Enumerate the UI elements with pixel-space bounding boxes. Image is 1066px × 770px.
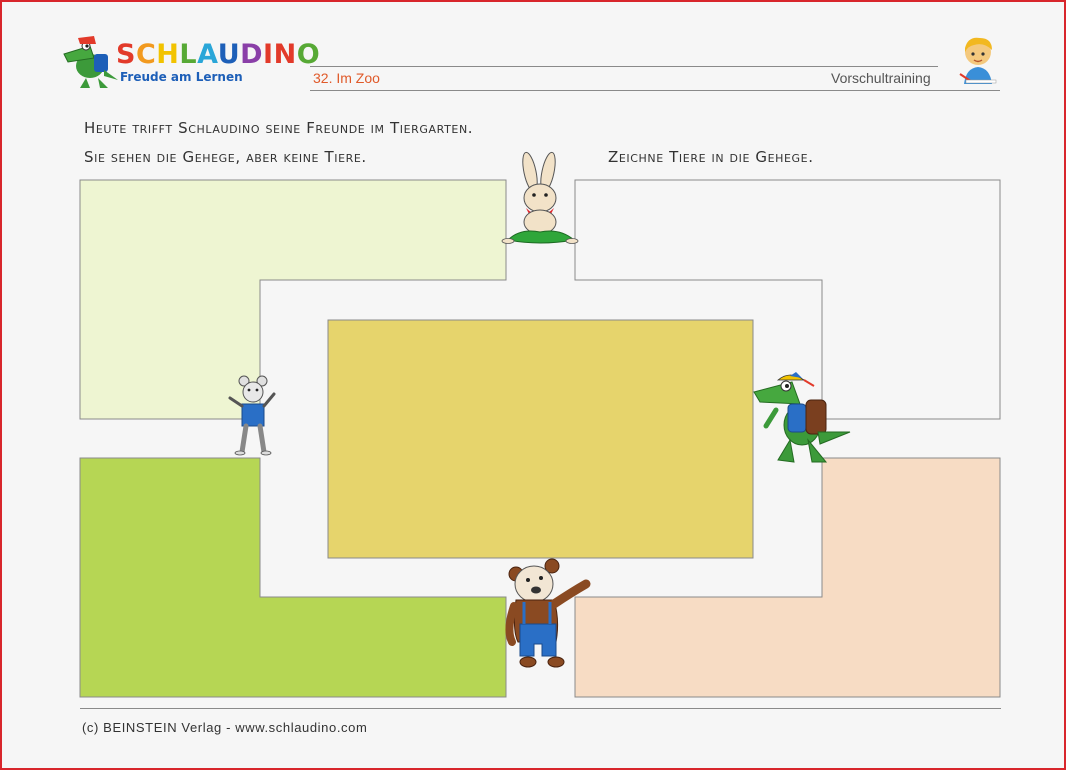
rabbit-icon — [501, 151, 579, 244]
footer-rule — [80, 708, 1001, 709]
enclosure-center[interactable] — [327, 319, 754, 559]
footer-copyright: (c) BEINSTEIN Verlag - www.schlaudino.co… — [82, 720, 368, 735]
bear-icon — [505, 558, 591, 668]
zoo-map — [79, 151, 1001, 698]
